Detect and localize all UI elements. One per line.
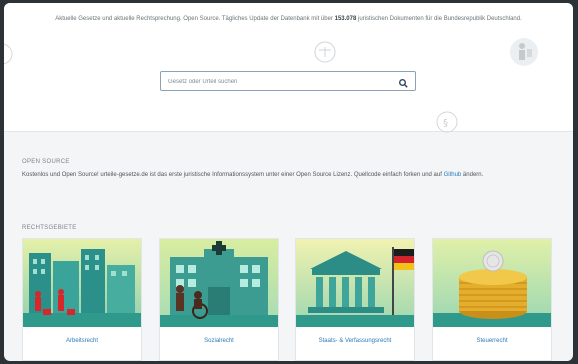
government-building-illustration	[296, 239, 414, 327]
card-steuerrecht[interactable]: Steuerrecht	[432, 238, 552, 361]
hospital-illustration	[160, 239, 278, 327]
github-link[interactable]: Github	[444, 172, 462, 178]
open-source-section: OPEN SOURCE Kostenlos und Open Source! u…	[22, 159, 555, 180]
card-staats-verfassungsrecht[interactable]: Staats- & Verfassungsrecht	[295, 238, 415, 361]
browser-page: Aktuelle Gesetze und aktuelle Rechtsprec…	[4, 3, 573, 361]
coin-stack-illustration	[433, 239, 551, 327]
hero-text-before: Aktuelle Gesetze und aktuelle Rechtsprec…	[55, 16, 333, 22]
open-source-text-end: ändern.	[461, 172, 484, 178]
card-label-staats-verfassungsrecht[interactable]: Staats- & Verfassungsrecht	[296, 338, 414, 344]
person-deco-icon	[509, 37, 539, 67]
edge-deco-icon	[4, 43, 14, 65]
rechtsgebiete-cards: Arbeitsrecht Sozialrecht Staats- & Verfa…	[22, 238, 557, 361]
card-label-arbeitsrecht[interactable]: Arbeitsrecht	[23, 338, 141, 344]
rechtsgebiete-heading: RECHTSGEBIETE	[22, 225, 77, 231]
rechtsgebiete-header: RECHTSGEBIETE	[22, 225, 555, 231]
search-icon[interactable]	[398, 76, 409, 88]
open-source-text: Kostenlos und Open Source! urteile-geset…	[22, 170, 555, 180]
card-sozialrecht[interactable]: Sozialrecht	[159, 238, 279, 361]
card-label-steuerrecht[interactable]: Steuerrecht	[433, 338, 551, 344]
search-box	[160, 71, 416, 91]
card-arbeitsrecht[interactable]: Arbeitsrecht	[22, 238, 142, 361]
scales-deco-icon	[312, 41, 338, 63]
open-source-description: Kostenlos und Open Source! urteile-geset…	[22, 172, 442, 178]
svg-text:§: §	[443, 118, 448, 129]
card-label-sozialrecht[interactable]: Sozialrecht	[160, 338, 278, 344]
hero-text-after: juristischen Dokumenten für die Bundesre…	[358, 16, 522, 22]
open-source-heading: OPEN SOURCE	[22, 159, 70, 165]
search-input[interactable]	[168, 75, 391, 88]
paragraph-deco-icon: §	[436, 111, 458, 133]
hero-intro-text: Aktuelle Gesetze und aktuelle Rechtsprec…	[44, 15, 533, 24]
hero-section: Aktuelle Gesetze und aktuelle Rechtsprec…	[4, 3, 573, 133]
office-buildings-illustration	[23, 239, 141, 327]
document-count: 153.078	[334, 16, 357, 22]
